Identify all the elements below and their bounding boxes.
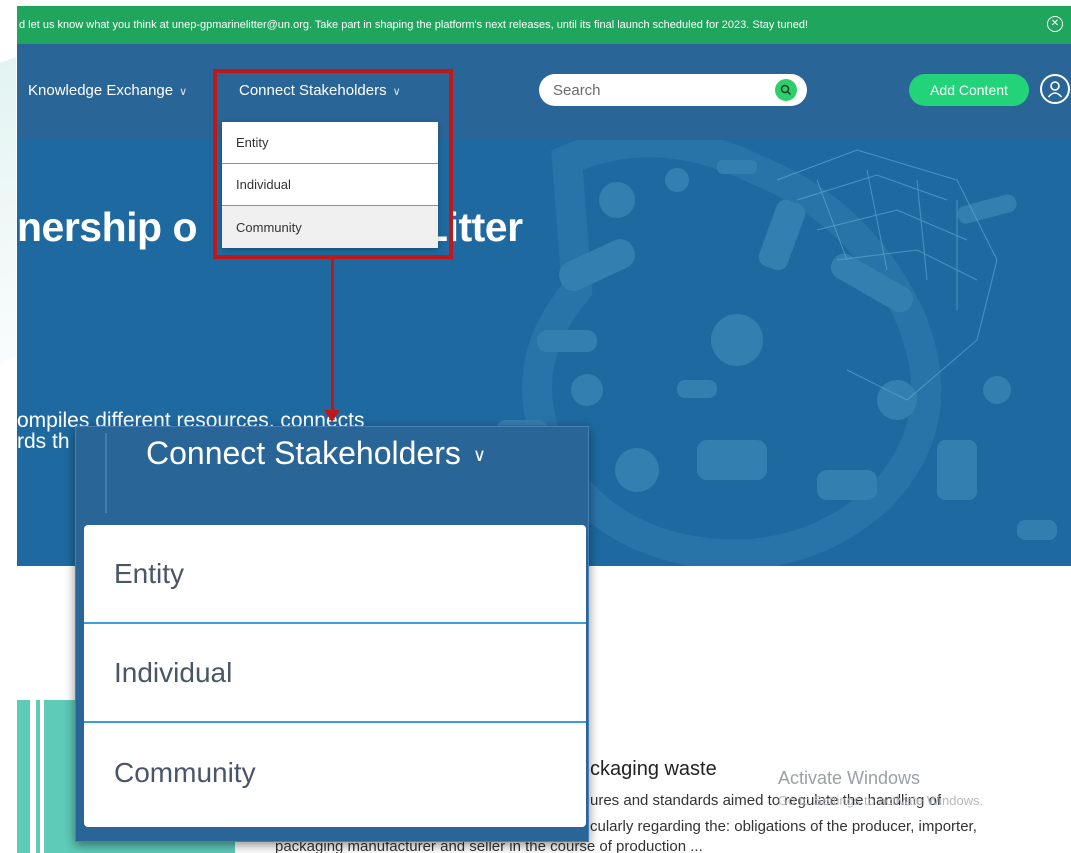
search-icon[interactable]	[775, 79, 797, 101]
zoom-item-community[interactable]: Community	[84, 723, 586, 822]
user-icon[interactable]	[1040, 74, 1070, 104]
close-circle-icon[interactable]: ✕	[1047, 16, 1063, 32]
nav-knowledge-exchange[interactable]: Knowledge Exchange ∨	[28, 82, 187, 99]
search-bar	[539, 74, 807, 106]
zoom-connect-stakeholders[interactable]: Connect Stakeholders ∨	[146, 435, 486, 472]
add-content-button[interactable]: Add Content	[909, 74, 1029, 106]
left-edge	[0, 0, 17, 853]
banner-text: d let us know what you think at unep-gpm…	[19, 19, 809, 31]
hero-title-left: nership o	[17, 204, 198, 250]
activate-windows-subtitle: Go to Settings to activate Windows.	[778, 793, 984, 808]
search-input[interactable]	[553, 81, 763, 99]
zoom-dropdown-menu: Entity Individual Community	[84, 525, 586, 827]
article-title[interactable]: ckaging waste	[590, 758, 717, 781]
zoom-item-individual[interactable]: Individual	[84, 624, 586, 723]
nav-divider	[105, 433, 107, 513]
arrow-head-icon	[324, 410, 340, 422]
announcement-banner: d let us know what you think at unep-gpm…	[17, 6, 1071, 44]
annotation-arrow	[331, 259, 334, 414]
main-header: Knowledge Exchange ∨ Connect Stakeholders…	[17, 44, 1071, 140]
nav-knowledge-label: Knowledge Exchange	[28, 82, 174, 99]
activate-windows-watermark: Activate Windows	[778, 768, 921, 788]
chevron-down-icon: ∨	[472, 445, 487, 466]
highlight-box	[213, 69, 453, 259]
zoom-item-entity[interactable]: Entity	[84, 525, 586, 624]
zoomed-dropdown-inset: Connect Stakeholders ∨ Entity Individual …	[75, 426, 589, 842]
zoom-connect-label: Connect Stakeholders	[146, 435, 461, 471]
article-text-line: cularly regarding the: obligations of th…	[590, 818, 977, 835]
chevron-down-icon: ∨	[179, 86, 188, 98]
